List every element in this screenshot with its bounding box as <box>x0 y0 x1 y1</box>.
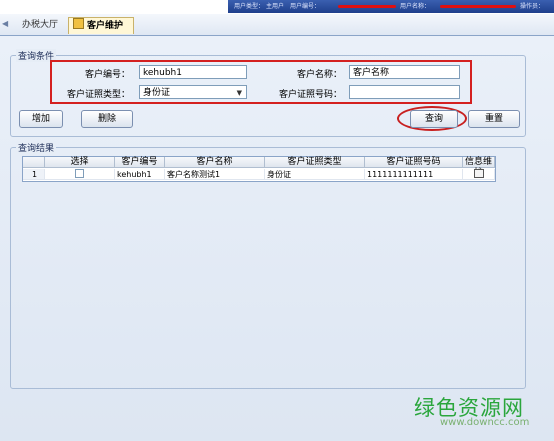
tab-label: 客户维护 <box>87 21 124 31</box>
user-type-label: 用户类型： <box>234 3 265 10</box>
row-checkbox[interactable] <box>75 169 84 178</box>
id-type-value: 身份证 <box>143 88 171 98</box>
user-name-label: 用户名称： <box>400 3 431 10</box>
id-number-input[interactable] <box>349 85 460 99</box>
query-button[interactable]: 查询 <box>410 110 458 128</box>
redaction-mark <box>440 5 516 8</box>
column-header[interactable]: 选择 <box>45 157 115 168</box>
select-cell[interactable] <box>45 169 115 180</box>
customer-name-cell: 客户名称测试1 <box>165 169 265 180</box>
tab-hall[interactable]: 办税大厅 <box>14 17 66 34</box>
column-header[interactable]: 客户编号 <box>115 157 165 168</box>
row-number-header <box>23 157 45 168</box>
tab-label: 办税大厅 <box>21 20 58 30</box>
delete-button[interactable]: 删除 <box>81 110 133 128</box>
customer-id-input[interactable]: kehubh1 <box>139 65 247 79</box>
id-number-cell: 1111111111111 <box>365 169 463 180</box>
operator-label: 操作员： <box>520 3 545 10</box>
row-number: 1 <box>23 169 45 180</box>
id-number-label: 客户证照号码： <box>278 90 342 100</box>
customer-name-input[interactable]: 客户名称 <box>349 65 460 79</box>
info-maintenance-cell[interactable] <box>463 169 495 180</box>
user-id-label: 用户编号： <box>290 3 321 10</box>
redaction-mark <box>338 5 396 8</box>
customer-id-label: 客户编号： <box>84 70 130 80</box>
customer-name-label: 客户名称： <box>296 70 342 80</box>
results-title: 查询结果 <box>16 141 57 154</box>
id-type-label: 客户证照类型： <box>66 90 130 100</box>
id-type-cell: 身份证 <box>265 169 365 180</box>
add-button[interactable]: 增加 <box>19 110 63 128</box>
customer-icon <box>73 18 84 29</box>
results-group <box>10 147 526 389</box>
chevron-down-icon: ▼ <box>236 89 242 97</box>
column-header[interactable]: 客户证照类型 <box>265 157 365 168</box>
user-type-value: 主用户 <box>266 3 285 10</box>
tab-customer-maintenance[interactable]: 客户维护 <box>68 17 134 34</box>
column-header[interactable]: 信息维护 <box>463 157 495 178</box>
column-header[interactable]: 客户证照号码 <box>365 157 463 168</box>
watermark-url: www.downcc.com <box>440 417 530 428</box>
edit-icon[interactable] <box>473 169 484 178</box>
column-header[interactable]: 客户名称 <box>165 157 265 168</box>
id-type-select[interactable]: 身份证 ▼ <box>139 85 247 99</box>
results-table: 选择 客户编号 客户名称 客户证照类型 客户证照号码 信息维护 1 kehubh… <box>22 156 496 182</box>
reset-button[interactable]: 重置 <box>468 110 520 128</box>
scroll-left-icon[interactable]: ◀ <box>2 19 8 28</box>
customer-id-cell: kehubh1 <box>115 169 165 180</box>
user-info-bar: 用户类型： 主用户 用户编号： 用户名称： 操作员： <box>228 0 554 13</box>
